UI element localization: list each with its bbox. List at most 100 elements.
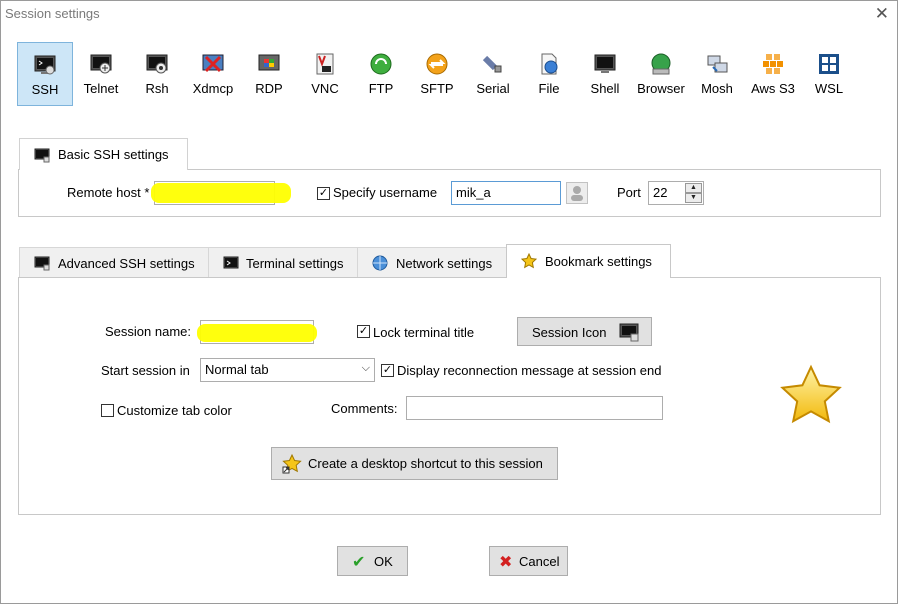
protocol-aws-s3[interactable]: Aws S3 [745, 42, 801, 106]
start-session-select[interactable]: Normal tab ⌵ [200, 358, 375, 382]
protocol-ftp[interactable]: FTP [353, 42, 409, 106]
comments-input[interactable] [406, 396, 663, 420]
customize-tab-color-label: Customize tab color [117, 403, 232, 418]
tab-label: Bookmark settings [545, 254, 652, 269]
port-up-icon[interactable]: ▲ [685, 183, 702, 193]
protocol-label: Mosh [701, 81, 733, 96]
protocol-wsl[interactable]: WSL [801, 42, 857, 106]
bookmark-star-icon [780, 364, 842, 424]
user-key-button[interactable] [566, 182, 588, 204]
protocol-serial[interactable]: Serial [465, 42, 521, 106]
network-icon [372, 255, 388, 271]
mosh-icon [707, 55, 728, 73]
rdp-icon [258, 54, 280, 71]
protocol-label: WSL [814, 81, 844, 96]
cancel-x-icon: ✖ [499, 554, 513, 571]
protocol-shell[interactable]: Shell [577, 42, 633, 106]
protocol-vnc[interactable]: VNC [297, 42, 353, 106]
start-session-label: Start session in [101, 363, 190, 378]
redaction-highlight [197, 324, 317, 342]
tab-advanced-ssh-settings[interactable]: Advanced SSH settings [19, 247, 209, 277]
port-label: Port [617, 185, 641, 200]
tab-basic-ssh-settings[interactable]: Basic SSH settings [19, 138, 188, 170]
terminal-settings-icon [223, 256, 239, 269]
check-icon: ✔ [352, 554, 366, 571]
protocol-label: FTP [368, 81, 394, 96]
protocol-label: File [538, 81, 560, 96]
start-session-value: Normal tab [205, 362, 269, 377]
protocol-rdp[interactable]: RDP [241, 42, 297, 106]
xdmcp-icon [202, 54, 224, 73]
comments-label: Comments: [331, 401, 398, 416]
tab-label: Terminal settings [246, 256, 344, 271]
protocol-label: VNC [311, 81, 339, 96]
customize-tab-color-checkbox[interactable] [101, 404, 114, 417]
specify-username-checkbox[interactable]: ✓ [317, 187, 330, 200]
cancel-button[interactable]: ✖ Cancel [489, 546, 568, 576]
display-reconnect-checkbox[interactable]: ✓ [381, 364, 394, 377]
tab-label: Basic SSH settings [58, 147, 169, 162]
create-shortcut-label: Create a desktop shortcut to this sessio… [308, 456, 543, 471]
port-down-icon[interactable]: ▼ [685, 193, 702, 203]
lock-terminal-title-label: Lock terminal title [373, 325, 475, 340]
ssh-icon [34, 55, 56, 75]
tab-label: Advanced SSH settings [58, 256, 195, 271]
protocol-ssh[interactable]: SSH [17, 42, 73, 106]
ftp-icon [370, 53, 392, 75]
terminal-icon [34, 256, 50, 271]
file-icon [541, 53, 558, 75]
session-settings-window: Session settings ✕ SSH Telnet Rsh Xdmcp … [0, 0, 898, 604]
protocol-mosh[interactable]: Mosh [689, 42, 745, 106]
protocol-sftp[interactable]: SFTP [409, 42, 465, 106]
protocol-xdmcp[interactable]: Xdmcp [185, 42, 241, 106]
protocol-browser[interactable]: Browser [633, 42, 689, 106]
bookmark-settings-panel: Session name: ✓ Lock terminal title Sess… [18, 277, 881, 515]
tab-network-settings[interactable]: Network settings [357, 247, 507, 277]
port-stepper[interactable]: 22 ▲ ▼ [648, 181, 704, 205]
display-reconnect-label: Display reconnection message at session … [397, 363, 662, 378]
serial-icon [482, 55, 502, 73]
protocol-file[interactable]: File [521, 42, 577, 106]
protocol-rsh[interactable]: Rsh [129, 42, 185, 106]
ok-label: OK [374, 554, 393, 569]
terminal-icon [619, 323, 639, 342]
cancel-label: Cancel [519, 554, 560, 569]
browser-icon [651, 53, 671, 75]
chevron-down-icon: ⌵ [361, 362, 370, 374]
username-input[interactable]: mik_a [451, 181, 561, 205]
protocol-label: Rsh [145, 81, 169, 96]
tab-label: Network settings [396, 256, 493, 271]
vnc-icon [316, 53, 334, 75]
window-title: Session settings [5, 6, 100, 21]
title-bar: Session settings ✕ [1, 1, 897, 29]
tab-terminal-settings[interactable]: Terminal settings [208, 247, 358, 277]
sftp-icon [426, 53, 448, 75]
redaction-highlight [151, 183, 291, 203]
session-name-label: Session name: [105, 324, 191, 339]
rsh-icon [146, 54, 168, 74]
remote-host-label: Remote host * [67, 185, 150, 200]
ok-button[interactable]: ✔ OK [337, 546, 408, 576]
aws-s3-icon [763, 54, 783, 74]
port-value: 22 [653, 185, 668, 200]
close-icon[interactable]: ✕ [875, 4, 889, 24]
tab-bookmark-settings[interactable]: Bookmark settings [506, 244, 671, 278]
telnet-icon [90, 54, 112, 74]
protocol-label: Xdmcp [192, 81, 234, 96]
terminal-icon [34, 148, 50, 163]
create-shortcut-button[interactable]: Create a desktop shortcut to this sessio… [271, 447, 558, 480]
session-icon-button[interactable]: Session Icon [517, 317, 652, 346]
basic-settings-panel: Remote host * ✓ Specify username mik_a P… [18, 169, 881, 217]
protocol-label: RDP [255, 81, 283, 96]
wsl-icon [819, 54, 839, 74]
lock-terminal-title-checkbox[interactable]: ✓ [357, 325, 370, 338]
protocol-telnet[interactable]: Telnet [73, 42, 129, 106]
user-key-icon [571, 186, 583, 201]
star-shortcut-icon [282, 454, 302, 474]
protocol-label: SFTP [420, 81, 454, 96]
protocol-label: Telnet [83, 81, 119, 96]
protocol-label: Browser [637, 81, 685, 96]
protocol-label: Shell [590, 81, 620, 96]
shell-icon [594, 54, 616, 73]
protocol-label: SSH [31, 82, 59, 97]
